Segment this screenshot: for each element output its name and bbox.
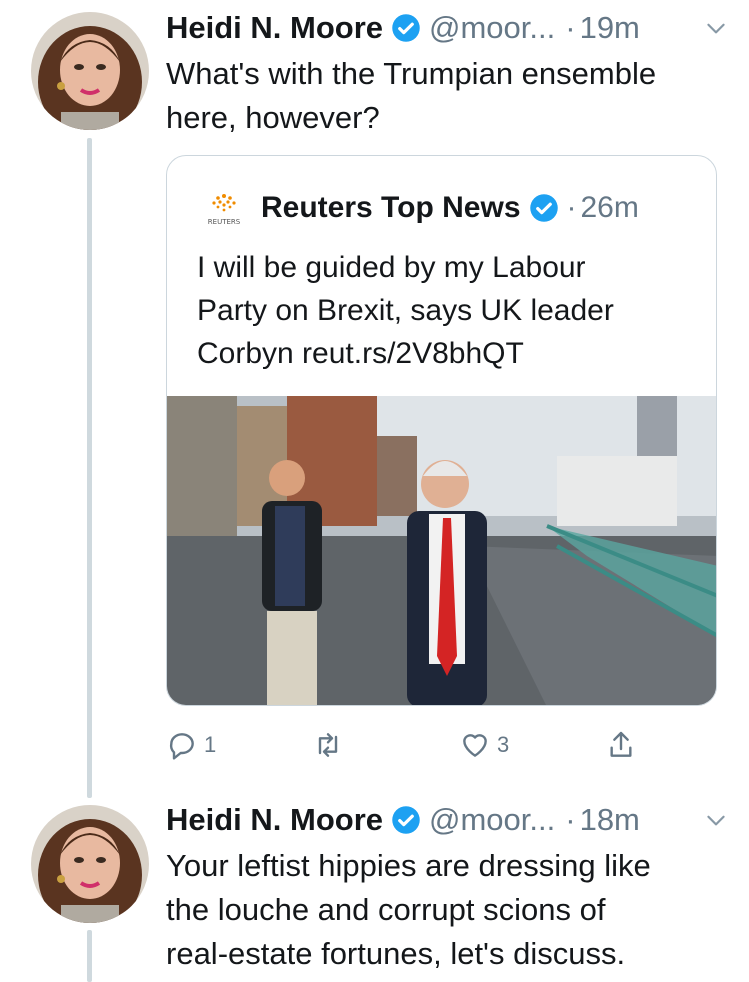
author-name[interactable]: Heidi N. Moore (166, 10, 383, 46)
quoted-text-line: Party on Brexit, says UK leader (197, 294, 614, 327)
author-name[interactable]: Heidi N. Moore (166, 802, 383, 838)
like-button[interactable]: 3 (459, 725, 509, 765)
tweet-header: Heidi N. Moore @moor... · 18m (166, 800, 729, 840)
like-count: 3 (497, 732, 510, 757)
share-button[interactable] (605, 725, 637, 765)
verified-badge-icon (391, 13, 421, 43)
reply-button[interactable]: 1 (166, 725, 216, 765)
heart-icon (459, 729, 491, 761)
avatar[interactable] (31, 12, 149, 130)
quoted-text-line: Corbyn reut.rs/2V8bhQT (197, 337, 524, 370)
author-handle[interactable]: @moor... (429, 10, 555, 46)
separator-dot: · (566, 191, 577, 224)
share-icon (605, 729, 637, 761)
retweet-icon (312, 729, 344, 761)
quoted-author-name[interactable]: Reuters Top News (261, 191, 521, 225)
reply-count: 1 (204, 732, 217, 757)
tweet-actions: 1 3 (166, 725, 717, 765)
tweet-text-line: the louche and corrupt scions of (166, 892, 606, 927)
tweet-text-line: here, however? (166, 100, 380, 135)
tweet-header: Heidi N. Moore @moor... · 19m (166, 8, 729, 48)
tweet-text-line: What's with the Trumpian ensemble (166, 56, 657, 91)
chevron-down-icon[interactable] (703, 15, 729, 41)
thread-line (87, 138, 92, 798)
quoted-tweet-card[interactable]: REUTERS Reuters Top News · 26m I will be… (166, 155, 717, 706)
quoted-tweet-header: REUTERS Reuters Top News · 26m (201, 188, 639, 228)
timestamp[interactable]: 19m (580, 10, 640, 46)
reuters-logo-text: REUTERS (208, 218, 241, 226)
retweet-button[interactable] (312, 725, 350, 765)
verified-badge-icon (391, 805, 421, 835)
tweet-text-line: Your leftist hippies are dressing like (166, 848, 651, 883)
news-photo[interactable] (167, 396, 716, 705)
chevron-down-icon[interactable] (703, 807, 729, 833)
tweet-text: What's with the Trumpian ensemble here, … (166, 52, 729, 140)
avatar[interactable] (31, 805, 149, 923)
thread-line-continuation (87, 930, 92, 982)
quoted-timestamp: 26m (580, 191, 639, 224)
separator-dot: · (565, 802, 576, 837)
reuters-logo-icon: REUTERS (201, 188, 247, 228)
tweet-text-line: real-estate fortunes, let's discuss. (166, 936, 626, 971)
quoted-tweet-text: I will be guided by my Labour Party on B… (197, 246, 692, 375)
verified-badge-icon (529, 193, 559, 223)
separator-dot: · (565, 10, 576, 45)
quoted-text-line: I will be guided by my Labour (197, 251, 586, 284)
timestamp[interactable]: 18m (580, 802, 640, 838)
tweet-text: Your leftist hippies are dressing like t… (166, 844, 729, 976)
reply-icon (166, 729, 198, 761)
author-handle[interactable]: @moor... (429, 802, 555, 838)
